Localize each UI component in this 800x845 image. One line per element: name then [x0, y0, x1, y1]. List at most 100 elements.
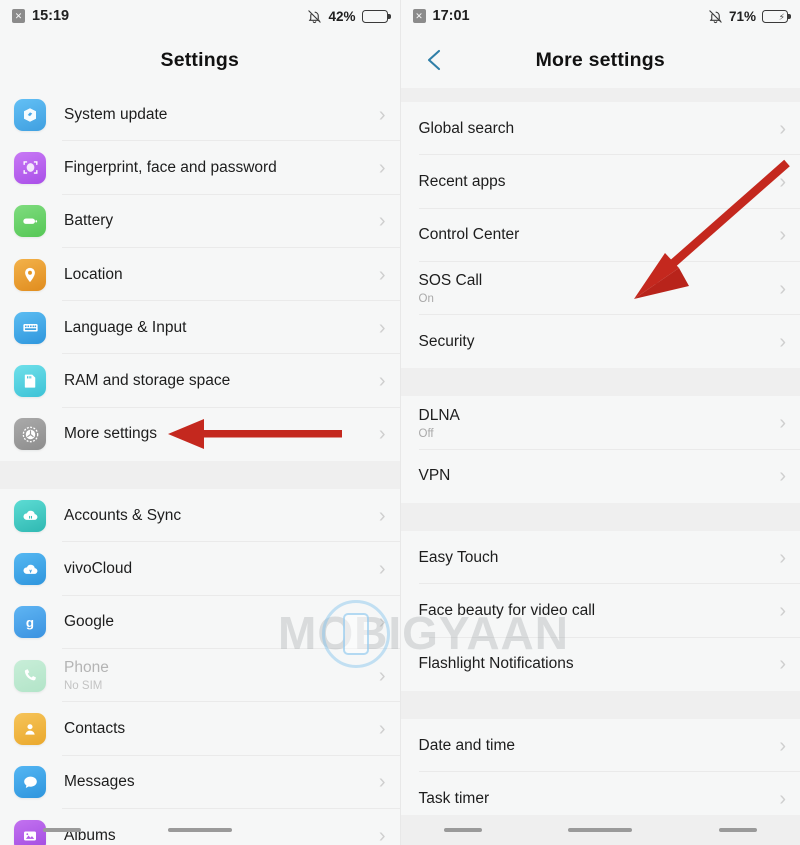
contacts-person-icon — [14, 712, 46, 745]
list-item-sublabel: On — [418, 293, 434, 306]
chevron-right-icon: › — [378, 717, 386, 740]
chevron-right-icon: › — [378, 210, 386, 233]
list-item-label: Contacts — [64, 719, 126, 737]
chevron-right-icon: › — [779, 600, 786, 623]
settings-screen-left: ✕ 15:19 42% Settings System update › Fin… — [0, 0, 401, 845]
keyboard-icon — [14, 311, 46, 344]
list-item-label: Fingerprint, face and password — [64, 158, 277, 176]
google-g-icon: g — [14, 606, 46, 639]
list-item-label: Google — [64, 613, 114, 631]
list-item-vpn[interactable]: VPN › — [400, 449, 800, 504]
list-item-recent-apps[interactable]: Recent apps › — [400, 155, 800, 209]
chevron-right-icon: › — [779, 412, 786, 435]
list-item-label: Battery — [64, 212, 114, 230]
list-item-sublabel: Off — [418, 427, 434, 440]
more-settings-gear-icon — [14, 418, 46, 451]
system-update-icon — [14, 98, 46, 131]
list-item-control-center[interactable]: Control Center › — [400, 208, 800, 262]
chevron-right-icon: › — [779, 224, 786, 247]
chevron-right-icon: › — [779, 465, 786, 488]
list-item-label: RAM and storage space — [64, 372, 231, 390]
page-title: More settings — [535, 48, 665, 71]
accounts-sync-cloud-icon — [14, 499, 46, 532]
settings-list-group-2: Accounts & Sync › vivoCloud › g Google › — [0, 489, 400, 845]
fingerprint-face-icon — [14, 151, 46, 184]
list-item-flashlight-notifications[interactable]: Flashlight Notifications › — [400, 637, 800, 691]
list-item-label: Flashlight Notifications — [418, 655, 574, 673]
navigation-bar-right — [400, 815, 800, 845]
chevron-left-icon — [424, 47, 446, 73]
status-time: 17:01 — [432, 8, 470, 24]
list-item-google[interactable]: g Google › — [0, 595, 400, 649]
list-item-label: More settings — [64, 425, 158, 443]
chevron-right-icon: › — [378, 504, 386, 527]
title-bar-left: Settings — [0, 32, 400, 88]
chevron-right-icon: › — [779, 734, 786, 757]
chevron-right-icon: › — [378, 316, 386, 339]
list-item-label: Task timer — [418, 789, 490, 807]
more-settings-group-4: Date and time › Task timer › — [400, 718, 800, 826]
nav-recent-dash[interactable] — [443, 828, 482, 832]
chevron-right-icon: › — [779, 330, 786, 353]
list-item-fingerprint-face-password[interactable]: Fingerprint, face and password › — [0, 141, 400, 195]
list-item-location[interactable]: Location › — [0, 247, 400, 302]
list-item-global-search[interactable]: Global search › — [400, 102, 800, 156]
svg-text:g: g — [26, 615, 34, 630]
list-item-label: Phone — [64, 659, 109, 677]
nav-home-dash[interactable] — [568, 828, 633, 832]
chevron-right-icon: › — [779, 277, 786, 300]
nav-recent-dash[interactable] — [43, 828, 82, 832]
section-separator — [0, 461, 400, 490]
list-item-label: Messages — [64, 773, 135, 791]
list-item-label: Security — [418, 332, 475, 350]
list-item-contacts[interactable]: Contacts › — [0, 702, 400, 756]
list-item-security[interactable]: Security › — [400, 315, 800, 369]
list-item-easy-touch[interactable]: Easy Touch › — [400, 531, 800, 585]
nav-home-dash[interactable] — [167, 828, 232, 832]
list-item-battery[interactable]: Battery › — [0, 194, 400, 248]
battery-percent-label: 42% — [328, 8, 356, 24]
list-item-more-settings[interactable]: More settings › — [0, 407, 400, 462]
list-item-dlna[interactable]: DLNA Off › — [400, 396, 800, 450]
navigation-bar-left — [0, 815, 400, 845]
list-item-ram-and-storage-space[interactable]: RAM and storage space › — [0, 354, 400, 408]
list-item-label: Face beauty for video call — [418, 602, 596, 620]
chevron-right-icon: › — [779, 546, 786, 569]
list-item-face-beauty-for-video-call[interactable]: Face beauty for video call › — [400, 584, 800, 638]
list-item-date-and-time[interactable]: Date and time › — [400, 718, 800, 773]
list-item-label: DLNA — [418, 406, 460, 424]
chevron-right-icon: › — [378, 558, 386, 581]
chevron-right-icon: › — [378, 771, 386, 794]
chevron-right-icon: › — [779, 787, 786, 810]
list-item-messages[interactable]: Messages › — [0, 755, 400, 809]
section-separator — [400, 368, 800, 397]
title-bar-right: More settings — [400, 32, 800, 88]
phone-handset-icon — [14, 659, 46, 692]
bell-off-icon — [708, 9, 723, 24]
battery-icon — [14, 205, 46, 238]
list-item-label: VPN — [418, 467, 451, 485]
page-title: Settings — [160, 48, 240, 71]
more-settings-screen-right: ✕ 17:01 71% ⚡ More settings Global searc… — [400, 0, 800, 845]
chevron-right-icon: › — [779, 653, 786, 676]
status-bar-right-group: 71% ⚡ — [708, 9, 791, 24]
list-item-accounts-and-sync[interactable]: Accounts & Sync › — [0, 489, 400, 543]
list-item-vivocloud[interactable]: vivoCloud › — [0, 542, 400, 596]
bell-off-icon — [307, 9, 322, 24]
chevron-right-icon: › — [378, 664, 386, 687]
chevron-right-icon: › — [779, 170, 786, 193]
list-item-sos-call[interactable]: SOS Call On › — [400, 261, 800, 316]
list-item-label: Easy Touch — [418, 548, 499, 566]
back-button[interactable] — [415, 32, 455, 88]
nav-back-dash[interactable] — [719, 828, 758, 832]
more-settings-group-2: DLNA Off › VPN › — [400, 396, 800, 504]
charging-bolt-icon: ⚡ — [778, 11, 785, 22]
list-item-phone[interactable]: Phone No SIM › — [0, 648, 400, 703]
chevron-right-icon: › — [378, 103, 386, 126]
status-bar-right: ✕ 17:01 71% ⚡ — [400, 0, 800, 32]
section-separator-top — [400, 88, 800, 102]
sim-card-icon: ✕ — [412, 9, 426, 23]
list-item-language-input[interactable]: Language & Input › — [0, 301, 400, 355]
list-item-system-update[interactable]: System update › — [0, 88, 400, 142]
list-item-text: DLNA Off — [419, 407, 780, 440]
